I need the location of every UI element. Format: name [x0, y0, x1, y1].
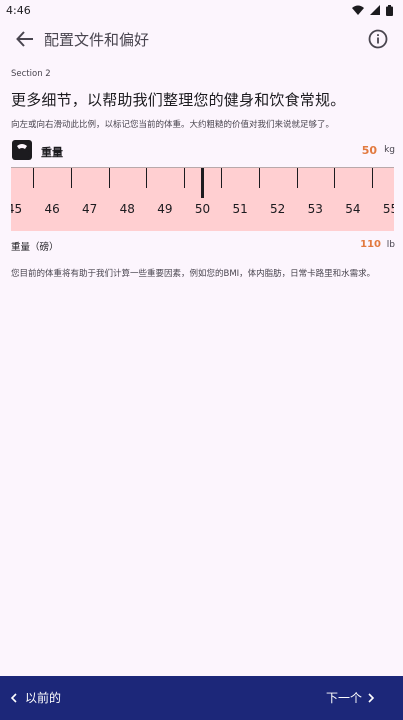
- status-icons: [352, 4, 393, 16]
- section-label: Section 2: [11, 69, 51, 79]
- ruler-tick: [33, 168, 35, 188]
- weight-label: 重量: [41, 146, 63, 159]
- status-time: 4:46: [6, 3, 31, 17]
- ruler-tick: [334, 168, 336, 188]
- ruler-tick-label: 48: [119, 202, 135, 216]
- signal-icon: [370, 5, 380, 15]
- pounds-row: 重量（磅） 110 lb: [11, 237, 395, 253]
- previous-label: 以前的: [25, 691, 62, 705]
- ruler-tick-label: 52: [270, 202, 286, 216]
- ruler-tick: [70, 168, 72, 188]
- next-button[interactable]: 下一个: [326, 689, 375, 706]
- info-icon: [368, 29, 388, 49]
- headline: 更多细节，以帮助我们整理您的健身和饮食常规。: [11, 91, 346, 109]
- weight-unit: kg: [384, 145, 395, 155]
- ruler-tick-label: 46: [44, 202, 60, 216]
- info-button[interactable]: [365, 26, 391, 52]
- status-bar: 4:46: [0, 0, 403, 20]
- ruler-tick: [108, 168, 110, 188]
- chevron-right-icon: [368, 692, 375, 703]
- pounds-unit: lb: [386, 240, 395, 250]
- back-button[interactable]: [12, 26, 38, 52]
- pounds-value: 110: [360, 239, 381, 250]
- chevron-left-icon: [10, 692, 17, 703]
- ruler-tick: [183, 168, 185, 188]
- ruler-tick-label: 45: [11, 202, 23, 216]
- pounds-label: 重量（磅）: [11, 242, 59, 253]
- ruler-tick: [146, 168, 148, 188]
- ruler-tick-label: 54: [345, 202, 361, 216]
- ruler-tick-label: 51: [232, 202, 248, 216]
- ruler-tick-label: 55: [382, 202, 394, 216]
- weight-ruler-slider[interactable]: 45 46 47 48 49 50 51 52 53 54 55: [11, 167, 394, 231]
- instruction-text: 向左或向右滑动此比例，以标记您当前的体重。大约粗糙的价值对我们来说就足够了。: [11, 120, 335, 130]
- arrow-back-icon: [16, 31, 33, 47]
- weight-value: 50: [361, 144, 377, 157]
- ruler-tick-label: 47: [82, 202, 98, 216]
- weight-description: 您目前的体重将有助于我们计算一些重要因素，例如您的BMI，体内脂肪，日常卡路里和…: [11, 269, 376, 279]
- ruler-tick: [258, 168, 260, 188]
- ruler-tick: [371, 168, 373, 188]
- bottom-navigation-bar: 以前的 下一个: [0, 676, 403, 720]
- next-label: 下一个: [325, 691, 362, 705]
- ruler-tick-label: 53: [307, 202, 323, 216]
- scale-icon: [12, 140, 32, 160]
- ruler-tick-label: 49: [157, 202, 173, 216]
- wifi-icon: [352, 5, 364, 15]
- app-bar: 配置文件和偏好: [0, 20, 403, 58]
- ruler-tick-label: 50: [194, 202, 211, 216]
- battery-icon: [386, 4, 393, 16]
- weight-row: 重量 50 kg: [11, 139, 395, 163]
- previous-button[interactable]: 以前的: [10, 689, 61, 706]
- ruler-tick: [296, 168, 298, 188]
- page-title: 配置文件和偏好: [44, 31, 150, 49]
- ruler-selected-indicator: [201, 168, 204, 198]
- ruler-tick: [221, 168, 223, 188]
